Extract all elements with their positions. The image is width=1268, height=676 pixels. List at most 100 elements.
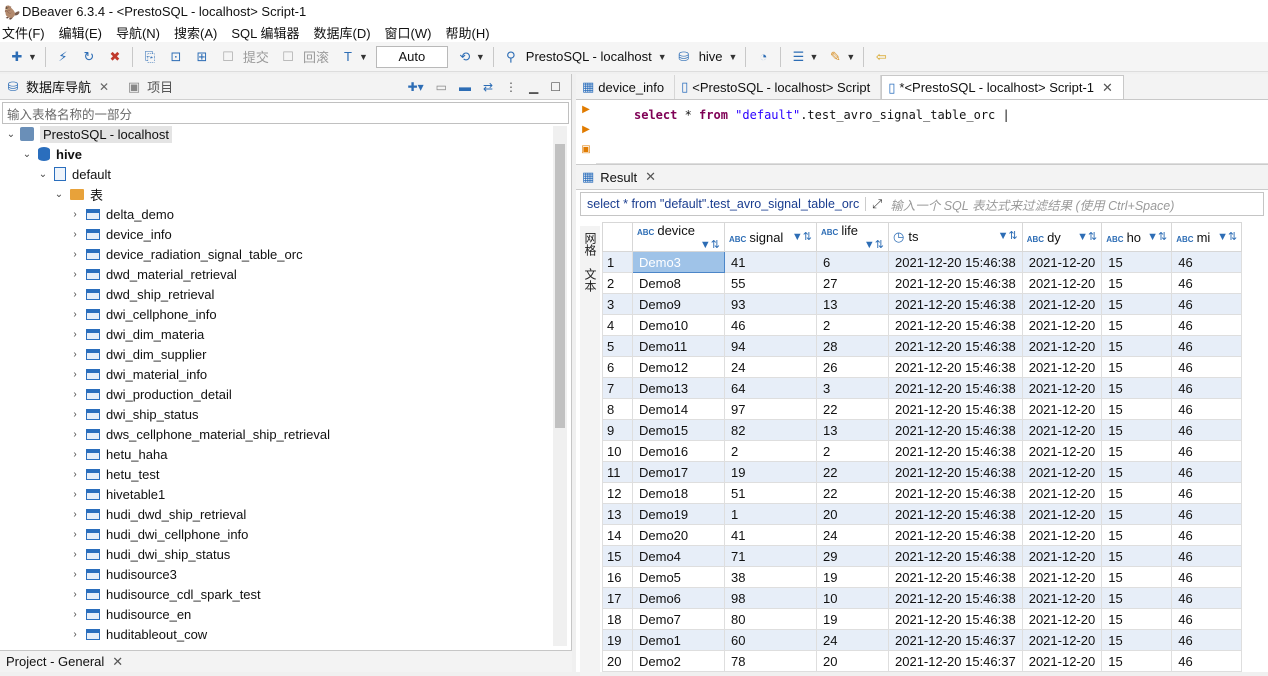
row-number[interactable]: 18	[602, 608, 633, 630]
tab-projects[interactable]: ▣ 项目	[125, 77, 173, 96]
table-cell[interactable]: 46	[1171, 440, 1243, 462]
table-cell[interactable]: 13	[816, 419, 889, 441]
chevron-down-icon[interactable]: ▼	[28, 52, 37, 62]
menu-help[interactable]: 帮助(H)	[445, 23, 489, 42]
chevron-right-icon[interactable]: ›	[68, 229, 82, 240]
new-connection-icon[interactable]: ✚	[8, 48, 26, 66]
table-row[interactable]: 12 Demo18 51 22 2021-12-20 15:46:38 2021-12-2…	[602, 482, 1243, 504]
table-cell[interactable]: 46	[1171, 251, 1243, 273]
table-cell[interactable]: 15	[1101, 461, 1173, 483]
row-number[interactable]: 10	[602, 440, 633, 462]
table-cell[interactable]: 2021-12-20	[1021, 356, 1103, 378]
table-cell[interactable]: Demo11	[632, 335, 725, 357]
format-icon[interactable]: ☰	[789, 48, 807, 66]
chevron-right-icon[interactable]: ›	[68, 609, 82, 620]
table-cell[interactable]: 15	[1101, 482, 1173, 504]
tree-node-table[interactable]: › dwd_ship_retrieval	[0, 284, 571, 304]
rollback-icon[interactable]: ☐	[279, 48, 297, 66]
sql-text[interactable]: select * from "default".test_avro_signal…	[634, 108, 1010, 122]
table-cell[interactable]: 2021-12-20	[1021, 608, 1103, 630]
table-cell[interactable]: 2021-12-20	[1021, 650, 1103, 672]
table-cell[interactable]: 41	[724, 524, 817, 546]
table-cell[interactable]: Demo20	[632, 524, 725, 546]
table-cell[interactable]: 2021-12-20	[1021, 461, 1103, 483]
table-cell[interactable]: 2021-12-20 15:46:38	[888, 566, 1023, 588]
menu-database[interactable]: 数据库(D)	[314, 23, 371, 42]
invalidate-icon[interactable]: ↻	[80, 48, 98, 66]
table-cell[interactable]: 2021-12-20	[1021, 482, 1103, 504]
table-cell[interactable]: 97	[724, 398, 817, 420]
table-cell[interactable]: Demo8	[632, 272, 725, 294]
minimize-icon[interactable]: ▁	[529, 80, 538, 94]
chevron-right-icon[interactable]: ›	[68, 449, 82, 460]
table-cell[interactable]: 46	[1171, 335, 1243, 357]
row-number[interactable]: 1	[602, 251, 633, 273]
table-cell[interactable]: 15	[1101, 356, 1173, 378]
table-row[interactable]: 7 Demo13 64 3 2021-12-20 15:46:38 2021-12-20 1…	[602, 377, 1243, 399]
commit-icon[interactable]: ☐	[219, 48, 237, 66]
table-row[interactable]: 6 Demo12 24 26 2021-12-20 15:46:38 2021-12-20…	[602, 356, 1243, 378]
chevron-right-icon[interactable]: ›	[68, 509, 82, 520]
table-cell[interactable]: 2	[816, 440, 889, 462]
view-text-tab[interactable]: 文本	[582, 262, 599, 298]
table-cell[interactable]: 2021-12-20	[1021, 440, 1103, 462]
table-cell[interactable]: 46	[1171, 272, 1243, 294]
chevron-down-icon[interactable]: ▼	[846, 52, 855, 62]
row-number[interactable]: 13	[602, 503, 633, 525]
table-cell[interactable]: 20	[816, 503, 889, 525]
row-number[interactable]: 17	[602, 587, 633, 609]
close-icon[interactable]: ✕	[645, 169, 656, 185]
table-cell[interactable]: 28	[816, 335, 889, 357]
chevron-down-icon[interactable]: ⌄	[36, 169, 50, 180]
table-cell[interactable]: 46	[1171, 629, 1243, 651]
table-cell[interactable]: 2021-12-20	[1021, 503, 1103, 525]
table-cell[interactable]: 2021-12-20 15:46:37	[888, 629, 1023, 651]
table-cell[interactable]: 24	[724, 356, 817, 378]
column-header-ts[interactable]: ◷ ts ▼⇅	[888, 222, 1023, 252]
table-cell[interactable]: Demo9	[632, 293, 725, 315]
table-cell[interactable]: 2021-12-20 15:46:38	[888, 482, 1023, 504]
tree-node-table[interactable]: › hetu_test	[0, 464, 571, 484]
navigator-scrollbar[interactable]	[553, 126, 567, 646]
table-cell[interactable]: 2021-12-20	[1021, 566, 1103, 588]
chevron-down-icon[interactable]: ▼	[658, 52, 667, 62]
table-cell[interactable]: 2021-12-20 15:46:38	[888, 419, 1023, 441]
chevron-right-icon[interactable]: ›	[68, 309, 82, 320]
table-cell[interactable]: 2021-12-20 15:46:38	[888, 293, 1023, 315]
tree-node-table[interactable]: › hudisource3	[0, 564, 571, 584]
chevron-right-icon[interactable]: ›	[68, 469, 82, 480]
table-cell[interactable]: 46	[1171, 377, 1243, 399]
sql-editor[interactable]: ▶ ▶ ▣ select * from "default".test_avro_…	[576, 100, 1268, 164]
menu-sql-editor[interactable]: SQL 编辑器	[231, 23, 299, 42]
tree-node-table[interactable]: › hudi_dwi_cellphone_info	[0, 524, 571, 544]
dashboard-icon[interactable]: ◔	[754, 48, 772, 66]
table-cell[interactable]: 46	[1171, 524, 1243, 546]
table-cell[interactable]: 15	[1101, 587, 1173, 609]
table-cell[interactable]: Demo16	[632, 440, 725, 462]
row-number[interactable]: 8	[602, 398, 633, 420]
new-folder-icon[interactable]: ▭	[436, 80, 447, 94]
tree-node-connection[interactable]: ⌄ PrestoSQL - localhost	[0, 124, 571, 144]
table-cell[interactable]: 2021-12-20 15:46:38	[888, 377, 1023, 399]
row-number[interactable]: 16	[602, 566, 633, 588]
table-cell[interactable]: Demo5	[632, 566, 725, 588]
table-cell[interactable]: 2021-12-20 15:46:37	[888, 650, 1023, 672]
tab-result[interactable]: Result	[600, 170, 637, 185]
table-cell[interactable]: 2021-12-20	[1021, 314, 1103, 336]
table-cell[interactable]: 60	[724, 629, 817, 651]
table-cell[interactable]: 46	[1171, 356, 1243, 378]
close-icon[interactable]: ✕	[99, 80, 109, 94]
table-cell[interactable]: 2021-12-20 15:46:38	[888, 608, 1023, 630]
maximize-icon[interactable]: ☐	[550, 80, 561, 94]
table-cell[interactable]: Demo10	[632, 314, 725, 336]
chevron-right-icon[interactable]: ›	[68, 629, 82, 640]
new-connection-icon[interactable]: ✚▾	[408, 80, 424, 94]
table-row[interactable]: 5 Demo11 94 28 2021-12-20 15:46:38 2021-12-20…	[602, 335, 1243, 357]
filter-sort-icon[interactable]: ▼⇅	[864, 238, 884, 251]
chevron-right-icon[interactable]: ›	[68, 209, 82, 220]
result-filter-input[interactable]: 输入一个 SQL 表达式来过滤结果 (使用 Ctrl+Space)	[882, 195, 1174, 214]
tree-node-table[interactable]: › huditableout_cow	[0, 624, 571, 644]
table-cell[interactable]: 15	[1101, 293, 1173, 315]
row-number[interactable]: 2	[602, 272, 633, 294]
table-cell[interactable]: 46	[1171, 293, 1243, 315]
